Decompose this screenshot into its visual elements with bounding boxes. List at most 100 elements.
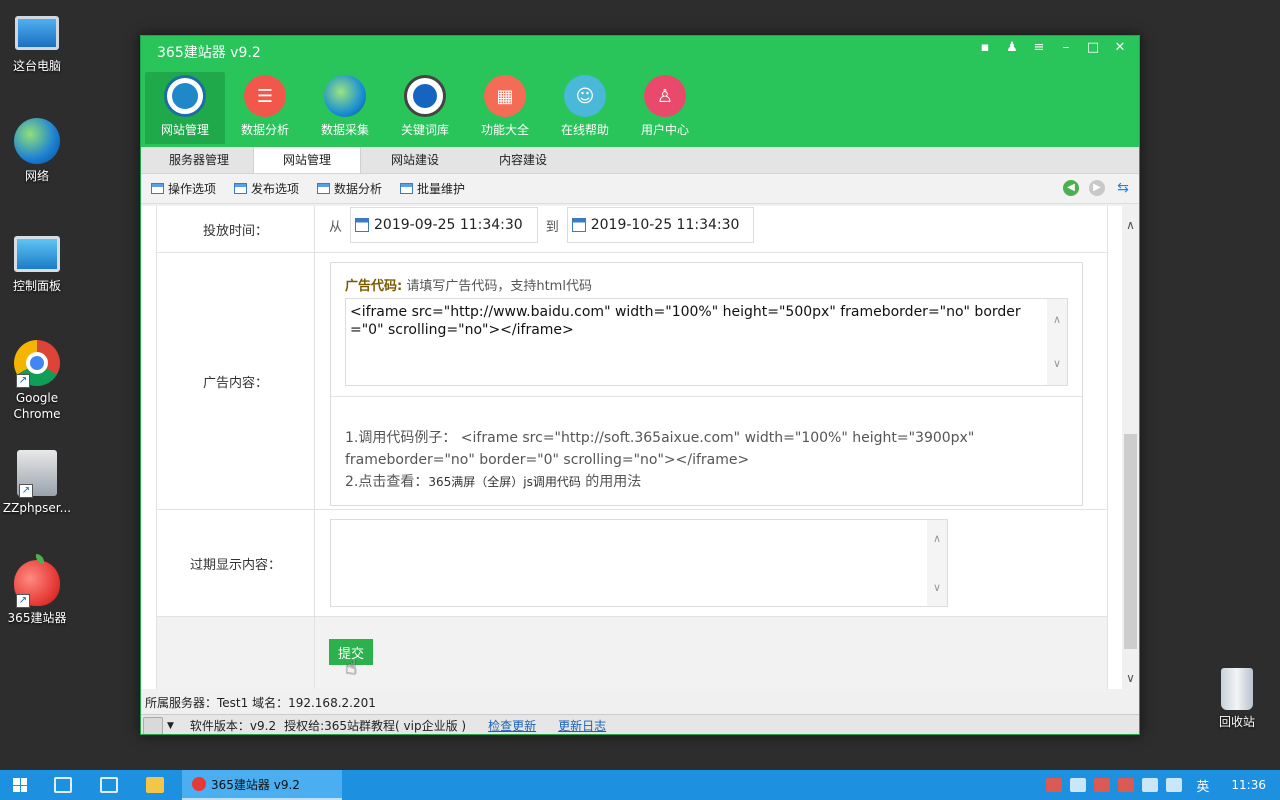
- chevron-up-icon[interactable]: ∧: [927, 532, 947, 545]
- calendar-icon: [355, 218, 370, 232]
- toolbar-label: 用户中心: [640, 123, 689, 137]
- desktop-icon-this-pc[interactable]: 这台电脑: [0, 10, 74, 74]
- sub-batch-maintain[interactable]: 批量维护: [400, 180, 465, 197]
- caret-down-icon[interactable]: ▼: [167, 716, 174, 735]
- apple-icon: ↗: [14, 554, 60, 608]
- refresh-icon[interactable]: ⇆: [1115, 180, 1131, 196]
- end-date-value: 2019-10-25 11:34:30: [590, 217, 740, 233]
- clock[interactable]: 11:36: [1231, 778, 1266, 792]
- toolbar-keyword-library[interactable]: 关键词库: [385, 72, 465, 144]
- to-label: 到: [545, 219, 559, 235]
- expire-content-textarea[interactable]: ∧ ∨: [330, 519, 948, 607]
- apple-icon: [192, 777, 206, 791]
- sub-label: 批量维护: [417, 182, 466, 196]
- network-tray-icon[interactable]: [1142, 778, 1159, 792]
- end-date-input[interactable]: 2019-10-25 11:34:30: [566, 207, 755, 243]
- tray-icon[interactable]: [1094, 778, 1111, 792]
- tab-website-build[interactable]: 网站建设: [361, 147, 469, 173]
- apple-tray-icon[interactable]: [1046, 778, 1063, 792]
- chat-icon[interactable]: ▪: [976, 40, 994, 56]
- ad-hint: 广告代码: 请填写广告代码，支持html代码: [345, 275, 1068, 294]
- toolbar-functions[interactable]: ▦ 功能大全: [465, 72, 545, 144]
- back-arrow-icon[interactable]: ◀: [1063, 180, 1079, 196]
- chevron-down-icon[interactable]: ∨: [927, 581, 947, 594]
- form-content: 投放时间： 从 2019-09-25 11:34:30 到 2019-10-25…: [141, 206, 1123, 689]
- start-date-input[interactable]: 2019-09-25 11:34:30: [350, 207, 538, 243]
- shortcut-arrow-icon: ↗: [16, 594, 30, 608]
- sub-label: 数据分析: [334, 182, 383, 196]
- book-icon: [404, 75, 446, 117]
- toolbar-data-analysis[interactable]: ☰ 数据分析: [225, 72, 305, 144]
- menu-icon[interactable]: ≡: [1030, 40, 1048, 56]
- desktop-icon-zzphpserver[interactable]: ↗ ZZphpser...: [0, 450, 74, 516]
- tab-server-manage[interactable]: 服务器管理: [145, 147, 253, 173]
- title-bar: 365建站器 v9.2 ▪ ♟ ≡ – □ ✕ 网站管理 ☰ 数据分析 数据采集: [141, 36, 1139, 147]
- ad-hint-bold: 广告代码:: [345, 279, 403, 294]
- textarea-scrollbar[interactable]: ∧ ∨: [927, 520, 947, 606]
- server-manager-icon: [54, 777, 72, 793]
- skin-icon[interactable]: [143, 716, 163, 734]
- window-icon: [400, 183, 414, 194]
- volume-tray-icon[interactable]: [1166, 778, 1183, 792]
- update-log-link[interactable]: 更新日志: [558, 716, 606, 735]
- toolbar-website-manage[interactable]: 网站管理: [145, 72, 225, 144]
- chevron-down-icon[interactable]: ∨: [1122, 671, 1139, 685]
- monitor-icon: [164, 75, 206, 117]
- sub-toolbar: 操作选项 发布选项 数据分析 批量维护 ◀ ▶ ⇆: [141, 174, 1139, 204]
- window-icon: [234, 183, 248, 194]
- chevron-up-icon[interactable]: ∧: [1047, 311, 1067, 329]
- desktop-icon-recycle-bin[interactable]: 回收站: [1200, 668, 1274, 730]
- desktop-icon-chrome[interactable]: ↗ Google Chrome: [0, 340, 74, 422]
- tab-bar: 服务器管理 网站管理 网站建设 内容建设: [141, 147, 1139, 174]
- ad-note-example: 1.调用代码例子： <iframe src="http://soft.365ai…: [345, 430, 975, 468]
- start-button[interactable]: [0, 770, 40, 800]
- hand-cursor-icon: ☝: [345, 655, 358, 679]
- main-toolbar: 网站管理 ☰ 数据分析 数据采集 关键词库 ▦ 功能大全 ☺ 在线帮助 ♙ 用户…: [145, 72, 705, 144]
- toolbar-data-collect[interactable]: 数据采集: [305, 72, 385, 144]
- textarea-scrollbar[interactable]: ∧ ∨: [1047, 299, 1067, 385]
- chevron-up-icon[interactable]: ∧: [1122, 218, 1139, 232]
- close-icon[interactable]: ✕: [1111, 40, 1129, 56]
- explorer-pin[interactable]: [132, 770, 178, 800]
- field-label: 过期显示内容：: [157, 510, 315, 616]
- tab-content-build[interactable]: 内容建设: [469, 147, 577, 173]
- toolbar-label: 网站管理: [160, 123, 209, 137]
- forward-arrow-icon[interactable]: ▶: [1089, 180, 1105, 196]
- sub-publish-options[interactable]: 发布选项: [234, 180, 299, 197]
- tray-icon[interactable]: [1118, 778, 1135, 792]
- window-controls: ▪ ♟ ≡ – □ ✕: [976, 40, 1129, 56]
- windows-logo-icon: [13, 778, 27, 792]
- task-label: 365建站器 v9.2: [211, 777, 300, 792]
- scroll-thumb[interactable]: [1124, 434, 1137, 649]
- chevron-down-icon[interactable]: ∨: [1047, 355, 1067, 373]
- maximize-icon[interactable]: □: [1084, 40, 1102, 56]
- minimize-icon[interactable]: –: [1057, 40, 1075, 56]
- ad-code-textarea[interactable]: <iframe src="http://www.baidu.com" width…: [345, 298, 1068, 386]
- server-manager-pin[interactable]: [40, 770, 86, 800]
- desktop-icon-network[interactable]: 网络: [0, 118, 74, 184]
- tab-website-manage[interactable]: 网站管理: [253, 147, 361, 173]
- toolbar-user-center[interactable]: ♙ 用户中心: [625, 72, 705, 144]
- sub-data-analysis[interactable]: 数据分析: [317, 180, 382, 197]
- input-language[interactable]: 英: [1196, 776, 1209, 795]
- check-update-link[interactable]: 检查更新: [488, 716, 536, 735]
- ad-note-link[interactable]: 365满屏（全屏）js调用代码: [428, 475, 581, 489]
- desktop-icon-365[interactable]: ↗ 365建站器: [0, 554, 74, 626]
- security-tray-icon[interactable]: [1070, 778, 1087, 792]
- row-delivery-time: 投放时间： 从 2019-09-25 11:34:30 到 2019-10-25…: [157, 206, 1107, 253]
- nav-arrows: ◀ ▶ ⇆: [1063, 180, 1131, 196]
- page-scrollbar[interactable]: ∧ ∨: [1122, 206, 1139, 689]
- sub-operation-options[interactable]: 操作选项: [151, 180, 216, 197]
- taskbar: 365建站器 v9.2 英 11:36: [0, 770, 1280, 800]
- taskbar-app-365[interactable]: 365建站器 v9.2: [182, 770, 342, 800]
- field-value: ∧ ∨: [315, 510, 1107, 616]
- desktop-icon-control-panel[interactable]: 控制面板: [0, 232, 74, 294]
- app-window: 365建站器 v9.2 ▪ ♟ ≡ – □ ✕ 网站管理 ☰ 数据分析 数据采集: [140, 35, 1140, 735]
- powershell-pin[interactable]: [86, 770, 132, 800]
- shirt-icon[interactable]: ♟: [1003, 40, 1021, 56]
- powershell-icon: [100, 777, 118, 793]
- toolbar-online-help[interactable]: ☺ 在线帮助: [545, 72, 625, 144]
- version-status-bar: ▼ 软件版本：v9.2 授权给:365站群教程( vip企业版 ) 检查更新 更…: [141, 714, 1139, 735]
- row-ad-content: 广告内容： 广告代码: 请填写广告代码，支持html代码 <iframe src…: [157, 253, 1107, 510]
- desktop-icon-label: 控制面板: [12, 279, 61, 293]
